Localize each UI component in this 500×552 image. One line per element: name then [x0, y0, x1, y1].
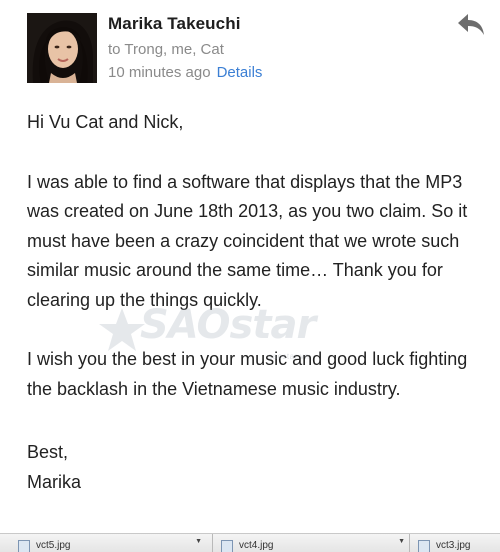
download-filename: vct3.jpg — [436, 540, 471, 551]
dropdown-arrow-icon[interactable]: ▼ — [195, 538, 202, 545]
recipients-line[interactable]: to Trong, me, Cat — [108, 41, 224, 58]
message-body: Hi Vu Cat and Nick, I was able to find a… — [27, 108, 487, 497]
body-paragraph-1: I was able to find a software that displ… — [27, 171, 468, 310]
email-view: Marika Takeuchi to Trong, me, Cat 10 min… — [0, 0, 500, 552]
download-bar: vct5.jpg ▼ vct4.jpg ▼ vct3.jpg — [0, 533, 500, 552]
details-link[interactable]: Details — [217, 64, 263, 81]
reply-icon[interactable] — [456, 12, 486, 38]
image-file-icon — [221, 540, 233, 552]
download-item[interactable]: vct3.jpg — [410, 534, 500, 552]
dropdown-arrow-icon[interactable]: ▼ — [398, 538, 405, 545]
sender-name: Marika Takeuchi — [108, 14, 241, 33]
timestamp-line: 10 minutes ago Details — [108, 64, 262, 81]
profile-photo — [27, 13, 97, 83]
sender-avatar[interactable] — [27, 13, 97, 83]
signature: Marika — [27, 471, 82, 492]
message-header: Marika Takeuchi to Trong, me, Cat 10 min… — [0, 0, 500, 90]
download-item[interactable]: vct5.jpg ▼ — [10, 534, 204, 552]
download-filename: vct5.jpg — [36, 540, 71, 551]
timestamp: 10 minutes ago — [108, 64, 211, 81]
image-file-icon — [418, 540, 430, 552]
image-file-icon — [18, 540, 30, 552]
body-paragraph-2: I wish you the best in your music and go… — [27, 349, 468, 399]
download-filename: vct4.jpg — [239, 540, 274, 551]
closing: Best, — [27, 442, 69, 462]
greeting: Hi Vu Cat and Nick, — [27, 112, 184, 132]
download-item[interactable]: vct4.jpg ▼ — [213, 534, 407, 552]
